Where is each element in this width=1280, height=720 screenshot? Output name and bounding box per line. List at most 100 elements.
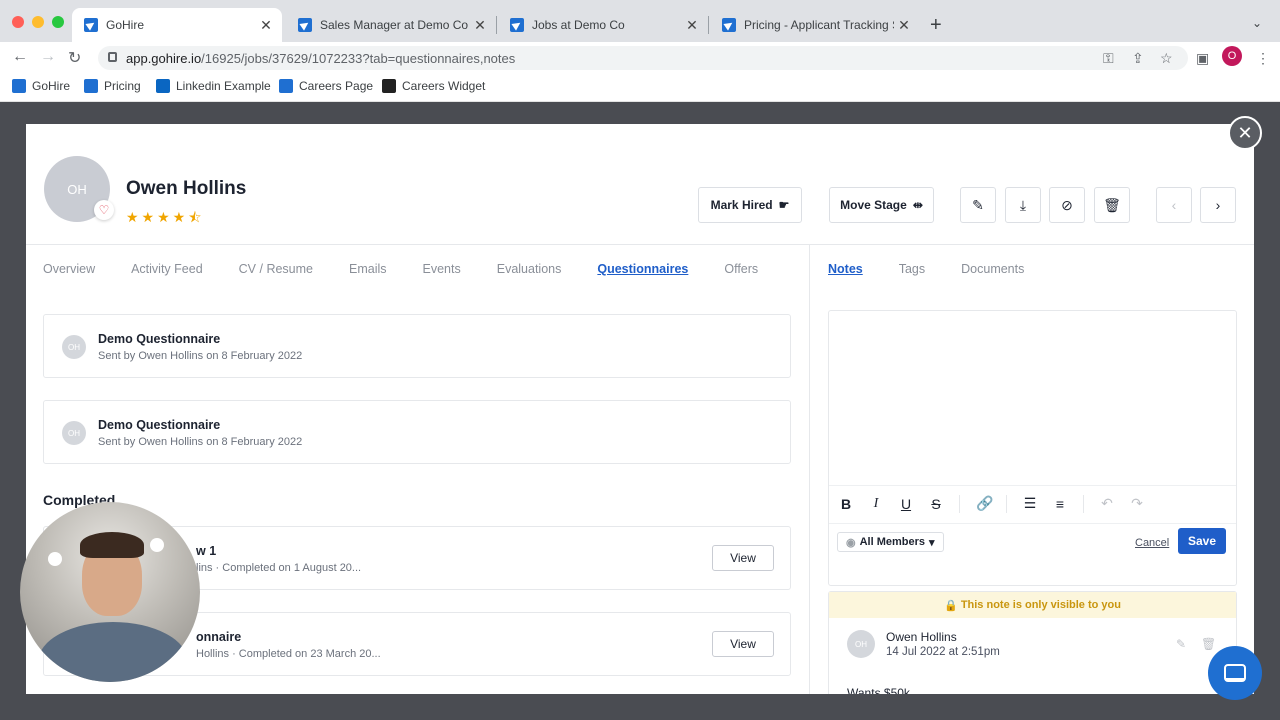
reject-button[interactable]: ⊘ (1049, 187, 1085, 223)
strikethrough-icon[interactable]: S (929, 496, 943, 512)
questionnaire-title: Demo Questionnaire (98, 332, 221, 346)
edit-button[interactable]: ✎ (960, 187, 996, 223)
editor-toolbar: B I U S 🔗 ☰ ≡ ↶ ↷ (829, 485, 1236, 521)
kebab-menu-icon[interactable]: ⋮ (1256, 50, 1270, 67)
ceiling-light (48, 552, 62, 566)
share-icon[interactable]: ⇪ (1132, 50, 1144, 67)
tab-offers[interactable]: Offers (724, 262, 758, 276)
close-window-button[interactable] (12, 16, 24, 28)
browser-tab-sales-manager[interactable]: Sales Manager at Demo Co | Jo ✕ (286, 8, 496, 42)
toolbar-separator (1006, 494, 1007, 513)
note-editor[interactable]: B I U S 🔗 ☰ ≡ ↶ ↷ ◉ All Members ▾ Cancel… (828, 310, 1237, 586)
bookmark-star-icon[interactable]: ☆ (1160, 50, 1173, 67)
heart-icon[interactable]: ♡ (94, 200, 114, 220)
close-tab-icon[interactable]: ✕ (894, 17, 914, 34)
note-author-avatar: OH (847, 630, 875, 658)
presenter-hair (80, 532, 144, 558)
bullet-list-icon[interactable]: ≡ (1053, 496, 1067, 512)
questionnaire-card[interactable]: OH Demo Questionnaire Sent by Owen Holli… (43, 314, 791, 378)
minimize-window-button[interactable] (32, 16, 44, 28)
url-path: /16925/jobs/37629/1072233?tab=questionna… (201, 50, 516, 66)
profile-avatar[interactable]: O (1222, 46, 1242, 66)
gohire-favicon-icon (84, 79, 98, 93)
ordered-list-icon[interactable]: ☰ (1023, 495, 1037, 512)
chevron-right-icon: › (1215, 197, 1221, 213)
candidate-tabs: Overview Activity Feed CV / Resume Email… (43, 262, 794, 276)
trash-icon[interactable]: 🗑 (1201, 637, 1216, 651)
linkedin-icon (156, 79, 170, 93)
reload-icon[interactable]: ↻ (68, 48, 81, 68)
browser-tab-pricing[interactable]: Pricing - Applicant Tracking Sy ✕ (710, 8, 920, 42)
bookmark-linkedin[interactable]: Linkedin Example (156, 79, 271, 93)
tab-questionnaires[interactable]: Questionnaires (597, 262, 688, 276)
visibility-value: All Members (859, 536, 926, 548)
close-tab-icon[interactable]: ✕ (682, 17, 702, 34)
gohire-favicon-icon (510, 18, 524, 32)
tab-list-chevron-icon[interactable]: ⌄ (1252, 16, 1262, 30)
lock-icon: 🔒 (944, 599, 961, 612)
move-stage-button[interactable]: Move Stage ⇹ (829, 187, 934, 223)
gohire-favicon-icon (279, 79, 293, 93)
browser-tab-jobs[interactable]: Jobs at Demo Co ✕ (498, 8, 708, 42)
chat-launcher-button[interactable] (1208, 646, 1262, 700)
italic-icon[interactable]: I (869, 496, 883, 512)
visibility-select[interactable]: ◉ All Members ▾ (837, 532, 944, 552)
bookmark-pricing[interactable]: Pricing (84, 79, 141, 93)
link-icon[interactable]: 🔗 (976, 495, 993, 512)
view-button[interactable]: View (712, 631, 774, 657)
webcam-overlay (20, 502, 200, 682)
undo-icon[interactable]: ↶ (1100, 495, 1114, 512)
note-timestamp: 14 Jul 2022 at 2:51pm (886, 646, 1000, 658)
underline-icon[interactable]: U (899, 496, 913, 512)
maximize-window-button[interactable] (52, 16, 64, 28)
gohire-favicon-icon (722, 18, 736, 32)
handshake-icon: ☛ (778, 198, 790, 212)
tab-title: Jobs at Demo Co (532, 18, 625, 32)
tab-evaluations[interactable]: Evaluations (497, 262, 562, 276)
tab-events[interactable]: Events (423, 262, 461, 276)
browser-tab-gohire[interactable]: GoHire ✕ (72, 8, 282, 42)
view-button[interactable]: View (712, 545, 774, 571)
bookmark-gohire[interactable]: GoHire (12, 79, 70, 93)
mark-hired-button[interactable]: Mark Hired ☛ (698, 187, 802, 223)
redo-icon[interactable]: ↷ (1130, 495, 1144, 512)
download-button[interactable]: ⤓ (1005, 187, 1041, 223)
tab-separator (496, 16, 497, 34)
url-host: app.gohire.io (126, 50, 202, 66)
key-icon[interactable]: ⚿ (1103, 50, 1114, 67)
bookmark-careers-widget[interactable]: Careers Widget (382, 79, 485, 93)
close-modal-button[interactable]: ✕ (1228, 116, 1262, 150)
tab-notes[interactable]: Notes (828, 262, 863, 276)
tab-emails[interactable]: Emails (349, 262, 387, 276)
note-author: Owen Hollins (886, 630, 957, 644)
tab-activity-feed[interactable]: Activity Feed (131, 262, 203, 276)
delete-button[interactable]: 🗑 (1094, 187, 1130, 223)
sidebar-toggle-icon[interactable]: ▣ (1196, 50, 1209, 67)
tab-overview[interactable]: Overview (43, 262, 95, 276)
previous-candidate-button[interactable]: ‹ (1156, 187, 1192, 223)
save-button[interactable]: Save (1178, 528, 1226, 554)
close-icon: ✕ (1237, 122, 1253, 143)
url-field[interactable]: app.gohire.io/16925/jobs/37629/1072233?t… (98, 46, 1188, 70)
chat-bubble-icon (1224, 664, 1246, 682)
bookmark-careers-page[interactable]: Careers Page (279, 79, 373, 93)
private-note-banner: 🔒 This note is only visible to you (829, 592, 1236, 618)
mark-hired-label: Mark Hired (710, 198, 773, 212)
close-tab-icon[interactable]: ✕ (256, 17, 276, 34)
forward-arrow-icon[interactable]: → (40, 48, 56, 66)
questionnaire-card[interactable]: OH Demo Questionnaire Sent by Owen Holli… (43, 400, 791, 464)
side-tabs: Notes Tags Documents (828, 262, 1060, 276)
rating-stars[interactable]: ★★★★⯪ (126, 207, 204, 231)
tab-cv-resume[interactable]: CV / Resume (239, 262, 313, 276)
arrows-horizontal-icon: ⇹ (912, 198, 923, 212)
new-tab-icon[interactable]: + (930, 14, 942, 37)
pencil-icon[interactable]: ✎ (1176, 637, 1186, 651)
cancel-link[interactable]: Cancel (1135, 537, 1169, 549)
tab-tags[interactable]: Tags (899, 262, 925, 276)
bold-icon[interactable]: B (839, 496, 853, 512)
back-arrow-icon[interactable]: ← (12, 48, 28, 66)
next-candidate-button[interactable]: › (1200, 187, 1236, 223)
questionnaire-title: onnaire (196, 630, 242, 644)
close-tab-icon[interactable]: ✕ (470, 17, 490, 34)
tab-documents[interactable]: Documents (961, 262, 1024, 276)
